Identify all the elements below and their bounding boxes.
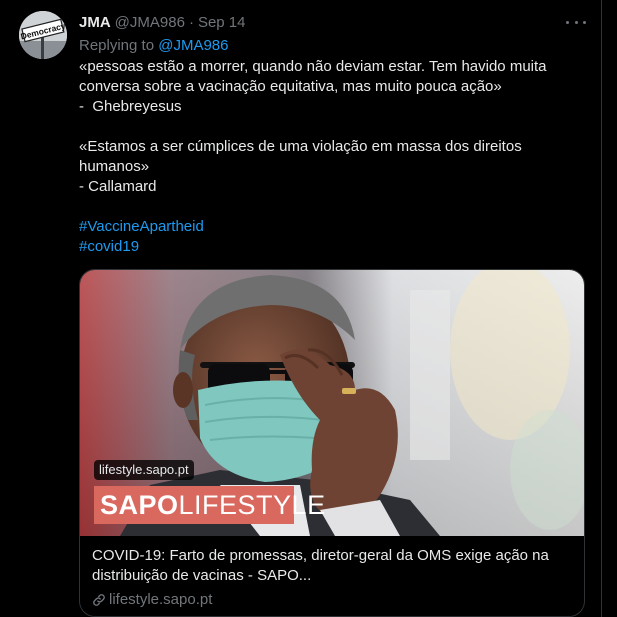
hashtag-vaccine-apartheid[interactable]: #VaccineApartheid xyxy=(79,217,589,237)
logo-text-lifestyle: LIFESTYLE xyxy=(178,490,326,520)
replying-to-label: Replying to xyxy=(79,37,159,54)
tweet-date[interactable]: Sep 14 xyxy=(198,14,246,31)
card-domain[interactable]: lifestyle.sapo.pt xyxy=(92,590,572,610)
link-icon xyxy=(92,593,106,607)
card-domain-text: lifestyle.sapo.pt xyxy=(109,591,213,608)
attribution-callamard: - Callamard xyxy=(79,178,157,195)
attribution-ghebreyesus: - Ghebreyesus xyxy=(79,98,182,115)
more-horizontal-icon[interactable] xyxy=(566,14,586,30)
author-handle[interactable]: @JMA986 xyxy=(115,14,185,31)
tweet-text: «pessoas estão a morrer, quando não devi… xyxy=(79,57,589,257)
quote-ghebreyesus: «pessoas estão a morrer, quando não devi… xyxy=(79,58,551,95)
quote-callamard: «Estamos a ser cúmplices de uma violação… xyxy=(79,138,526,175)
separator-dot: · xyxy=(188,13,194,31)
reply-mention-link[interactable]: @JMA986 xyxy=(158,37,228,54)
hashtag-covid19[interactable]: #covid19 xyxy=(79,237,589,257)
avatar[interactable]: Democracy xyxy=(19,11,67,59)
sapo-lifestyle-logo: SAPOLIFESTYLE xyxy=(94,486,325,524)
card-text[interactable]: COVID-19: Farto de promessas, diretor-ge… xyxy=(92,546,572,610)
tweet-header: JMA @JMA986 · Sep 14 xyxy=(79,12,245,32)
card-image[interactable]: lifestyle.sapo.pt SAPOLIFESTYLE xyxy=(80,270,584,536)
card-title[interactable]: COVID-19: Farto de promessas, diretor-ge… xyxy=(92,546,572,586)
card-image-domain-badge: lifestyle.sapo.pt xyxy=(94,460,194,480)
logo-text-sapo: SAPO xyxy=(100,490,179,520)
link-preview-card[interactable]: lifestyle.sapo.pt SAPOLIFESTYLE COVID-19… xyxy=(79,269,585,617)
replying-to: Replying to @JMA986 xyxy=(79,36,228,56)
tweet[interactable]: Democracy JMA @JMA986 · Sep 14 Replying … xyxy=(0,0,602,617)
author-name[interactable]: JMA xyxy=(79,14,111,31)
